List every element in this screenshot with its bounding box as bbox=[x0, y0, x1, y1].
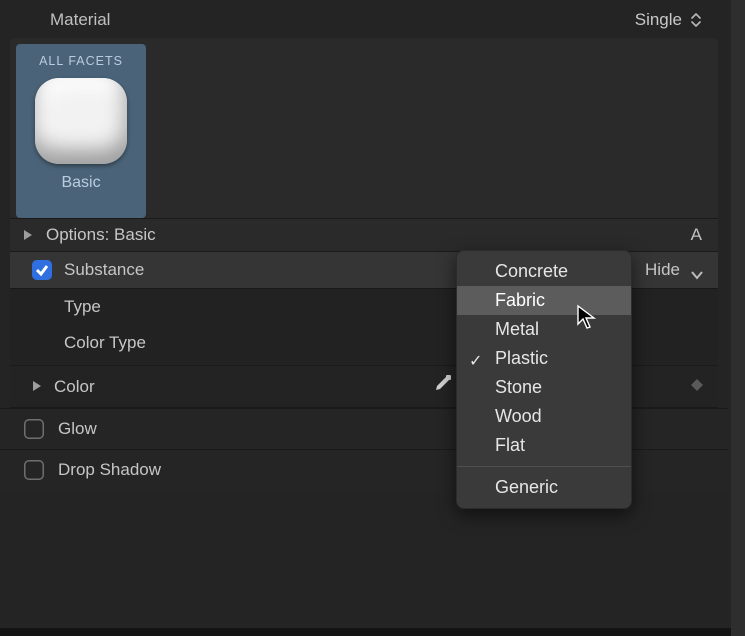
menu-item[interactable]: Wood bbox=[457, 402, 631, 431]
menu-separator bbox=[457, 466, 631, 467]
menu-item[interactable]: Generic bbox=[457, 473, 631, 502]
facet-name-label: Basic bbox=[61, 174, 100, 192]
updown-caret-icon bbox=[690, 12, 702, 28]
type-dropdown-menu: ConcreteFabricMetalPlastic✓StoneWoodFlat… bbox=[456, 250, 632, 509]
eyedropper-icon[interactable] bbox=[432, 374, 452, 399]
color-label: Color bbox=[54, 377, 95, 397]
material-mode-value: Single bbox=[635, 10, 682, 30]
options-label: Options: Basic bbox=[46, 225, 156, 245]
facet-card-selected[interactable]: ALL FACETS Basic bbox=[16, 44, 146, 218]
disclosure-triangle-icon[interactable] bbox=[32, 377, 42, 397]
type-label: Type bbox=[64, 297, 101, 317]
menu-item[interactable]: Fabric bbox=[457, 286, 631, 315]
menu-item[interactable]: Metal bbox=[457, 315, 631, 344]
color-type-label: Color Type bbox=[64, 333, 146, 353]
menu-item[interactable]: Stone bbox=[457, 373, 631, 402]
facets-well: ALL FACETS Basic bbox=[10, 38, 718, 218]
options-row[interactable]: Options: Basic A bbox=[10, 218, 718, 251]
menu-item[interactable]: Plastic✓ bbox=[457, 344, 631, 373]
panel-bottom-border bbox=[0, 628, 731, 636]
options-right-text: A bbox=[691, 225, 702, 245]
material-mode-select[interactable]: Single bbox=[635, 10, 702, 30]
material-thumbnail bbox=[35, 78, 127, 164]
drop-shadow-checkbox[interactable] bbox=[24, 460, 44, 480]
glow-label: Glow bbox=[58, 419, 97, 439]
keyframe-diamond-icon[interactable] bbox=[690, 377, 704, 397]
material-label: Material bbox=[50, 10, 110, 30]
glow-checkbox[interactable] bbox=[24, 419, 44, 439]
substance-label: Substance bbox=[64, 260, 144, 280]
checkmark-icon: ✓ bbox=[469, 351, 482, 371]
scrollbar-track[interactable] bbox=[731, 0, 745, 636]
disclosure-triangle-icon[interactable] bbox=[22, 229, 34, 241]
substance-checkbox[interactable] bbox=[32, 260, 52, 280]
material-header-row: Material Single bbox=[0, 0, 728, 38]
menu-item[interactable]: Concrete bbox=[457, 257, 631, 286]
menu-item[interactable]: Flat bbox=[457, 431, 631, 460]
drop-shadow-label: Drop Shadow bbox=[58, 460, 161, 480]
facets-tab-label: ALL FACETS bbox=[39, 50, 123, 78]
substance-hide-toggle[interactable]: Hide bbox=[645, 260, 704, 280]
hide-label: Hide bbox=[645, 260, 680, 280]
chevron-down-icon bbox=[690, 265, 704, 275]
